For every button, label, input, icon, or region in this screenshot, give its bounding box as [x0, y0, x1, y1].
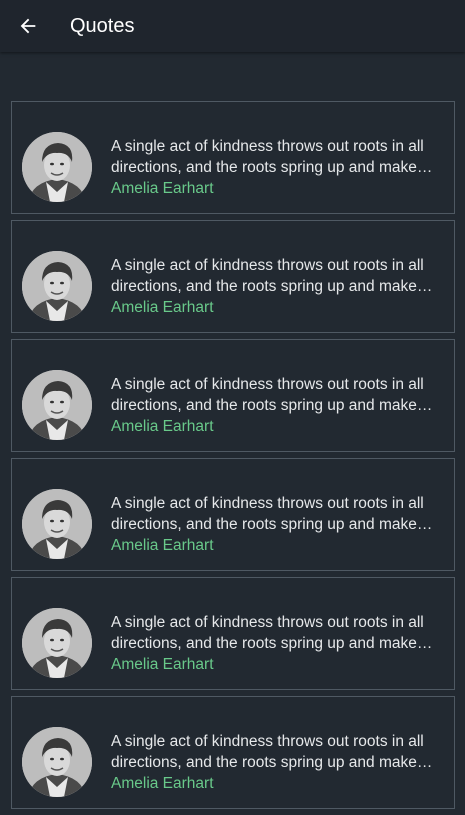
- author-avatar: [22, 489, 92, 559]
- page-title: Quotes: [70, 15, 135, 37]
- author-avatar: [22, 370, 92, 440]
- quote-card[interactable]: A single act of kindness throws out root…: [11, 458, 455, 571]
- quote-text: A single act of kindness throws out root…: [111, 733, 424, 771]
- quote-author: Amelia Earhart: [111, 537, 214, 554]
- quote-text: A single act of kindness throws out root…: [111, 257, 424, 295]
- author-avatar: [22, 251, 92, 321]
- author-avatar: [22, 608, 92, 678]
- quote-author: Amelia Earhart: [111, 656, 214, 673]
- quote-author: Amelia Earhart: [111, 299, 214, 316]
- quote-card[interactable]: A single act of kindness throws out root…: [11, 577, 455, 690]
- quote-card[interactable]: A single act of kindness throws out root…: [11, 101, 455, 214]
- quote-text: A single act of kindness throws out root…: [111, 614, 424, 652]
- quote-list: A single act of kindness throws out root…: [11, 101, 455, 815]
- arrow-left-icon: [20, 18, 36, 34]
- quote-author: Amelia Earhart: [111, 180, 214, 197]
- quote-card[interactable]: A single act of kindness throws out root…: [11, 339, 455, 452]
- back-button[interactable]: [10, 8, 46, 44]
- quote-author: Amelia Earhart: [111, 418, 214, 435]
- quote-card[interactable]: A single act of kindness throws out root…: [11, 696, 455, 809]
- quote-author: Amelia Earhart: [111, 775, 214, 792]
- quote-text: A single act of kindness throws out root…: [111, 138, 424, 176]
- quote-card[interactable]: A single act of kindness throws out root…: [11, 220, 455, 333]
- quote-text: A single act of kindness throws out root…: [111, 495, 424, 533]
- author-avatar: [22, 132, 92, 202]
- app-bar: Quotes: [0, 0, 465, 52]
- quote-text: A single act of kindness throws out root…: [111, 376, 424, 414]
- author-avatar: [22, 727, 92, 797]
